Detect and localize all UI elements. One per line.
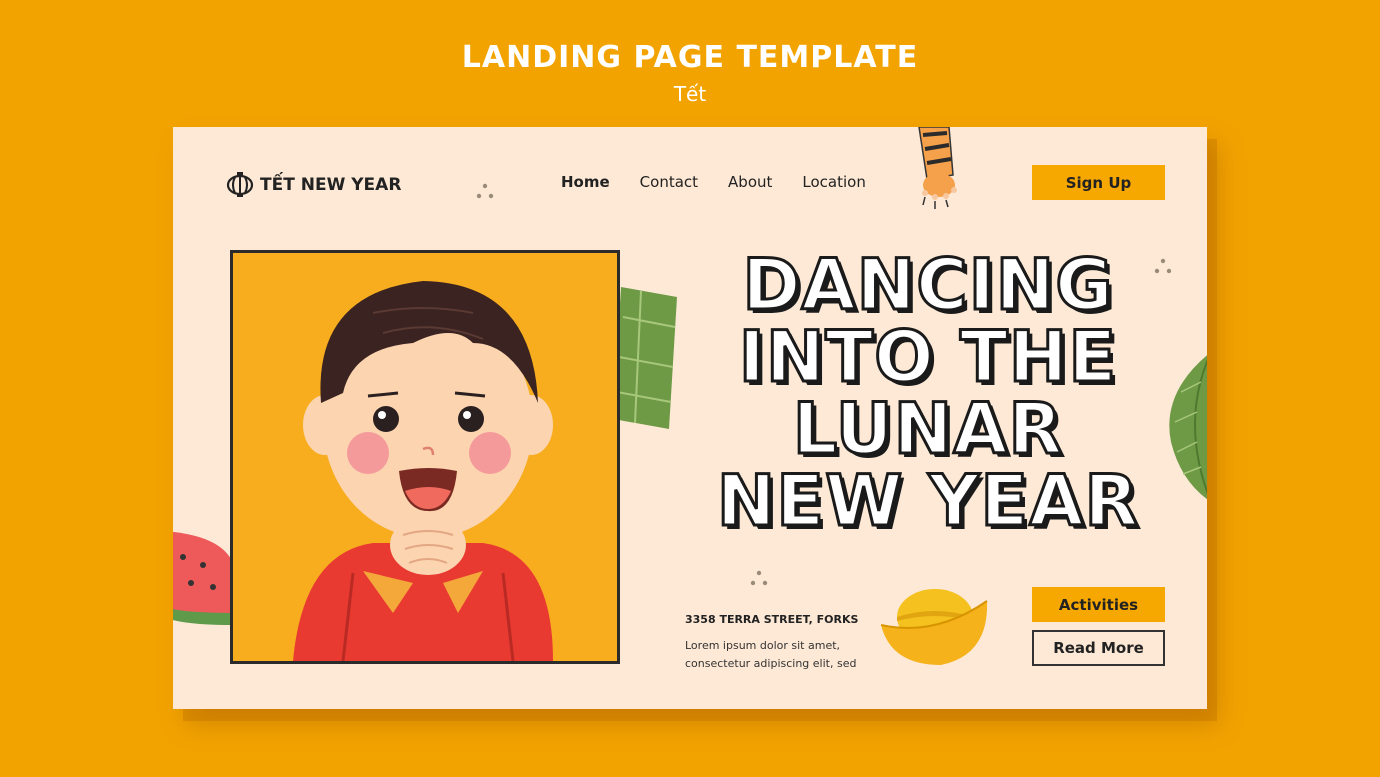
address-text: 3358 TERRA STREET, FORKS bbox=[685, 613, 859, 626]
nav-home[interactable]: Home bbox=[561, 173, 610, 191]
dots-decoration bbox=[750, 570, 768, 586]
nav-about[interactable]: About bbox=[728, 173, 772, 191]
dots-decoration bbox=[476, 183, 494, 199]
brand-name: TẾT NEW YEAR bbox=[260, 175, 402, 195]
page-subtitle: Tết bbox=[673, 82, 707, 106]
headline-line: DANCING bbox=[741, 244, 1114, 326]
description-line: Lorem ipsum dolor sit amet, bbox=[685, 639, 841, 652]
activities-button[interactable]: Activities bbox=[1032, 587, 1165, 622]
nav-contact[interactable]: Contact bbox=[640, 173, 698, 191]
headline-line: LUNAR bbox=[791, 388, 1064, 470]
hero-illustration bbox=[230, 250, 620, 664]
gold-ingot-illustration bbox=[881, 589, 988, 665]
description-text: Lorem ipsum dolor sit amet, consectetur … bbox=[685, 637, 885, 673]
description-line: consectetur adipiscing elit, sed bbox=[685, 657, 857, 670]
watermelon-illustration bbox=[173, 531, 233, 625]
read-more-button[interactable]: Read More bbox=[1032, 630, 1165, 666]
brand-logo[interactable]: TẾT NEW YEAR bbox=[226, 171, 401, 199]
nav-location[interactable]: Location bbox=[802, 173, 865, 191]
boy-illustration bbox=[293, 281, 553, 661]
headline-line: INTO THE bbox=[737, 316, 1118, 398]
headline-line: NEW YEAR bbox=[715, 460, 1140, 542]
sign-up-button[interactable]: Sign Up bbox=[1032, 165, 1165, 200]
lantern-icon bbox=[226, 172, 254, 197]
page-title: LANDING PAGE TEMPLATE bbox=[461, 40, 919, 75]
banh-chung-illustration bbox=[613, 287, 677, 429]
landing-card: TẾT NEW YEAR Home Contact About Location… bbox=[173, 127, 1207, 709]
main-nav: Home Contact About Location bbox=[561, 173, 896, 191]
tiger-paw-illustration bbox=[918, 127, 957, 209]
hero-headline: DANCING INTO THE LUNAR NEW YEAR bbox=[678, 244, 1178, 542]
